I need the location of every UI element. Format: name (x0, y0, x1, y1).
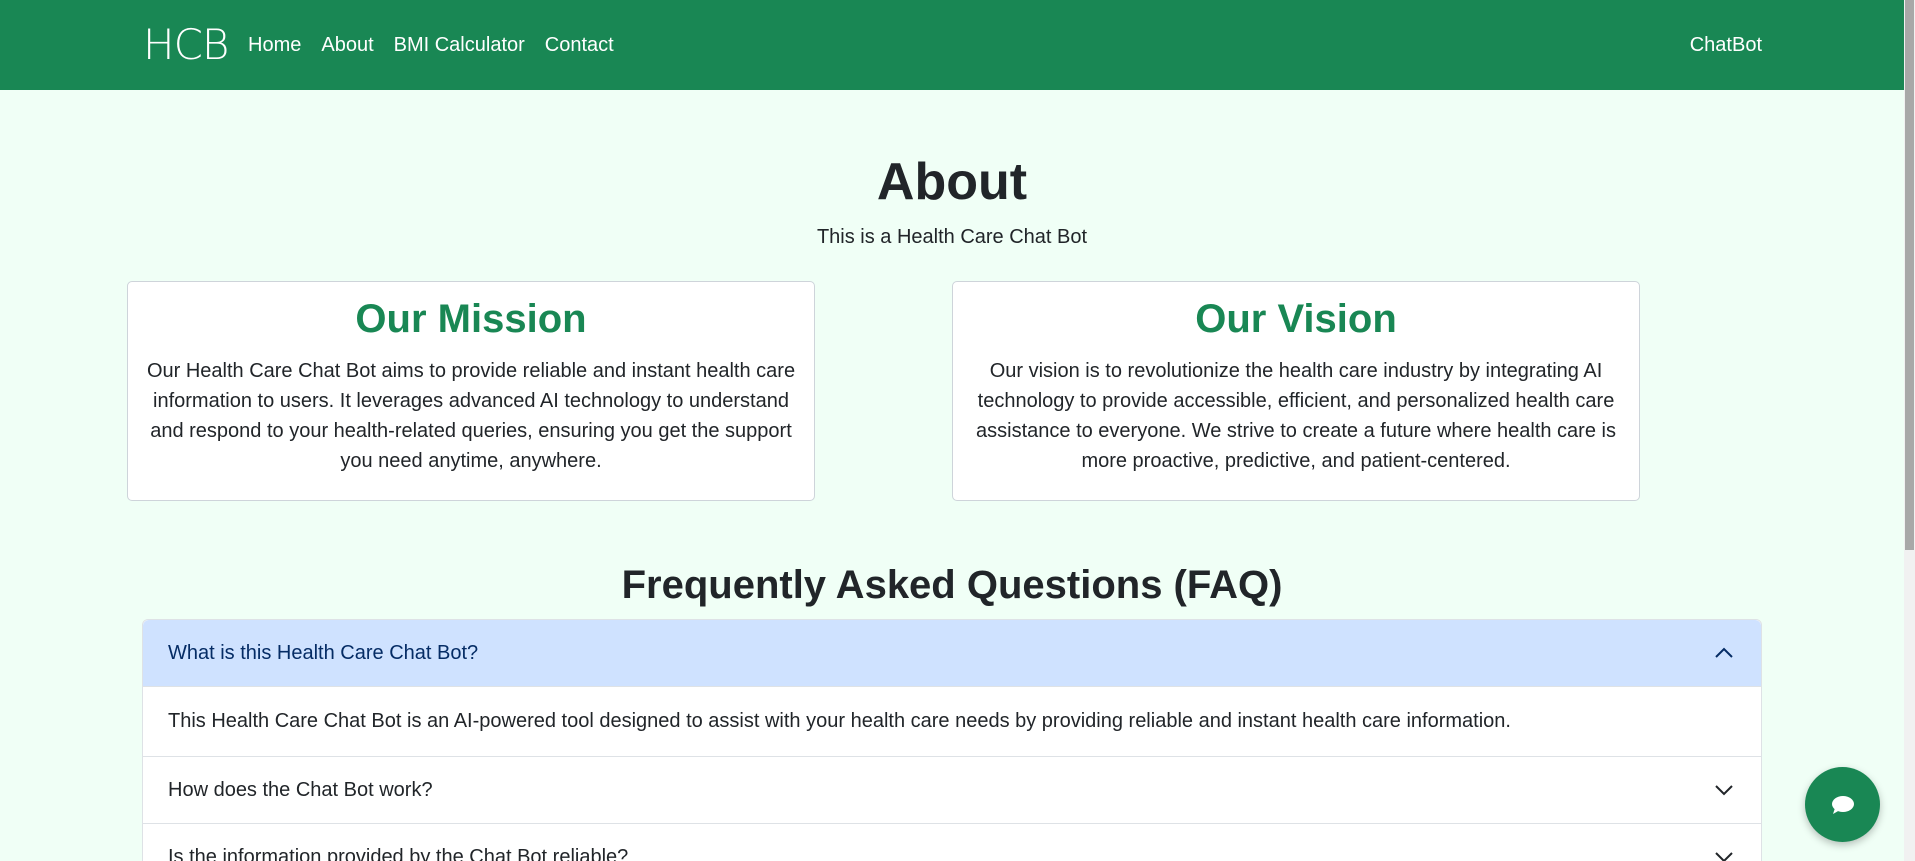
faq-question-button[interactable]: Is the information provided by the Chat … (143, 824, 1761, 861)
faq-question-text: What is this Health Care Chat Bot? (168, 641, 479, 664)
faq-question-text: Is the information provided by the Chat … (168, 845, 629, 861)
scrollbar[interactable] (1904, 0, 1915, 861)
mission-card: Our Mission Our Health Care Chat Bot aim… (127, 281, 815, 501)
nav-link-home[interactable]: Home (248, 33, 301, 57)
nav-link-bmi-calculator[interactable]: BMI Calculator (394, 33, 525, 57)
chat-bubble-icon (1831, 795, 1854, 814)
page-title: About (876, 153, 1028, 211)
mission-text: Our Health Care Chat Bot aims to provide… (146, 360, 796, 472)
brand-logo[interactable]: HCB (143, 22, 229, 68)
faq-title: Frequently Asked Questions (FAQ) (621, 563, 1283, 607)
top-navbar: HCB Home About BMI Calculator Contact Ch… (0, 0, 1904, 90)
scrollbar-thumb[interactable] (1905, 0, 1914, 550)
chevron-down-icon (1715, 785, 1733, 796)
vision-card: Our Vision Our vision is to revolutioniz… (952, 281, 1640, 501)
faq-question-text: How does the Chat Bot work? (168, 778, 433, 801)
chevron-up-icon (1715, 647, 1733, 658)
nav-link-contact[interactable]: Contact (545, 33, 614, 57)
nav-link-chatbot[interactable]: ChatBot (1690, 33, 1762, 57)
chat-open-button[interactable] (1805, 767, 1880, 842)
page-subtitle: This is a Health Care Chat Bot (816, 226, 1088, 248)
nav-links: Home About BMI Calculator Contact (248, 33, 634, 57)
faq-answer: This Health Care Chat Bot is an AI-power… (143, 686, 1761, 756)
faq-item: What is this Health Care Chat Bot? This … (142, 619, 1762, 757)
vision-title: Our Vision (1195, 297, 1397, 341)
mission-title: Our Mission (355, 297, 587, 341)
faq-question-button[interactable]: What is this Health Care Chat Bot? (143, 620, 1761, 686)
faq-item: How does the Chat Bot work? (142, 757, 1762, 824)
chevron-down-icon (1715, 852, 1733, 861)
faq-question-button[interactable]: How does the Chat Bot work? (143, 757, 1761, 823)
faq-item: Is the information provided by the Chat … (142, 824, 1762, 861)
nav-link-about[interactable]: About (321, 33, 373, 57)
vision-text: Our vision is to revolutionize the healt… (976, 360, 1616, 472)
faq-accordion: What is this Health Care Chat Bot? This … (142, 619, 1762, 861)
